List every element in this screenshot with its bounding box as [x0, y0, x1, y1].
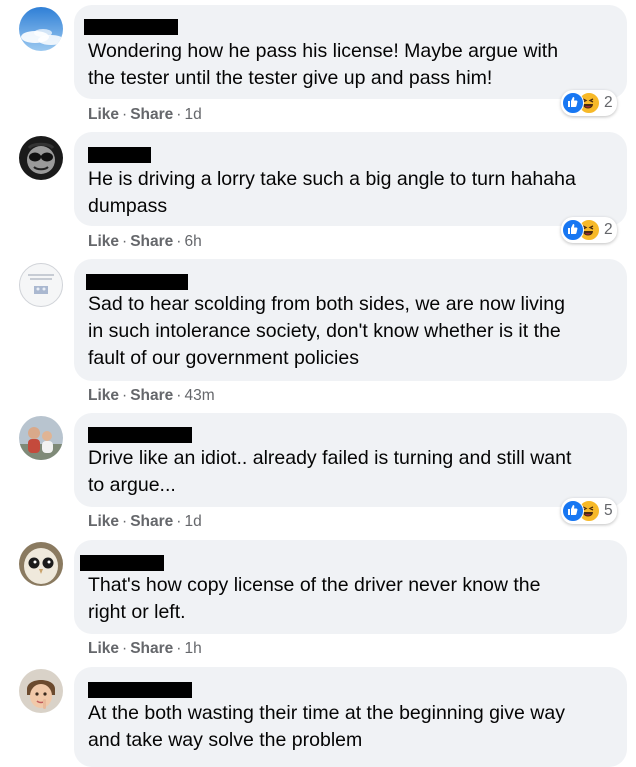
comment-text: Wondering how he pass his license! Maybe… — [88, 38, 558, 92]
redacted-name — [84, 19, 178, 35]
comment-actions: Like · Share · 1d — [88, 513, 202, 531]
redacted-name — [80, 555, 164, 571]
like-link[interactable]: Like — [88, 106, 119, 123]
like-reaction-icon — [562, 500, 584, 522]
share-link[interactable]: Share — [130, 233, 173, 250]
separator: · — [176, 640, 182, 657]
sky-avatar-icon[interactable] — [19, 7, 63, 51]
people-avatar-icon[interactable] — [19, 416, 63, 460]
owl-avatar-icon[interactable] — [19, 542, 63, 586]
comment-line: That's how copy license of the driver ne… — [88, 574, 541, 596]
timestamp[interactable]: 43m — [184, 387, 214, 404]
comment-text: That's how copy license of the driver ne… — [88, 572, 540, 626]
comment-line: and take way solve the problem — [88, 729, 363, 751]
separator: · — [122, 387, 128, 404]
like-link[interactable]: Like — [88, 513, 119, 530]
comment-line: Drive like an idiot.. already failed is … — [88, 447, 572, 469]
separator: · — [176, 233, 182, 250]
comment-bubble: He is driving a lorry take such a big an… — [74, 132, 627, 226]
comment-line: to argue... — [88, 474, 176, 496]
like-reaction-icon — [562, 219, 584, 241]
default-avatar-icon[interactable] — [19, 263, 63, 307]
comment-bubble: That's how copy license of the driver ne… — [74, 540, 627, 634]
comment-line: in such intolerance society, don't know … — [88, 320, 561, 342]
comment-bubble: At the both wasting their time at the be… — [74, 667, 627, 767]
comment-text: At the both wasting their time at the be… — [88, 700, 565, 754]
sunglasses-avatar-icon[interactable] — [19, 136, 63, 180]
timestamp[interactable]: 1d — [184, 106, 201, 123]
comment-line: He is driving a lorry take such a big an… — [88, 168, 576, 190]
separator: · — [122, 233, 128, 250]
share-link[interactable]: Share — [130, 513, 173, 530]
comment-actions: Like · Share · 1h — [88, 640, 202, 658]
comment-bubble: Sad to hear scolding from both sides, we… — [74, 259, 627, 381]
like-link[interactable]: Like — [88, 640, 119, 657]
redacted-name — [88, 427, 192, 443]
comment-actions: Like · Share · 6h — [88, 233, 202, 251]
reaction-count: 5 — [604, 502, 613, 519]
comment-bubble: Drive like an idiot.. already failed is … — [74, 413, 627, 507]
redacted-name — [88, 147, 151, 163]
share-link[interactable]: Share — [130, 640, 173, 657]
share-link[interactable]: Share — [130, 387, 173, 404]
separator: · — [122, 640, 128, 657]
comment-actions: Like · Share · 1d — [88, 106, 202, 124]
separator: · — [176, 387, 182, 404]
timestamp[interactable]: 6h — [184, 233, 201, 250]
redacted-name — [88, 682, 192, 698]
reaction-summary[interactable]: 2 — [561, 90, 617, 116]
reaction-summary[interactable]: 5 — [561, 498, 617, 524]
comment-line: right or left. — [88, 601, 186, 623]
redacted-name — [86, 274, 188, 290]
comment-bubble: Wondering how he pass his license! Maybe… — [74, 5, 627, 99]
reaction-count: 2 — [604, 221, 613, 238]
separator: · — [122, 513, 128, 530]
comment-text: Sad to hear scolding from both sides, we… — [88, 291, 565, 372]
child-avatar-icon[interactable] — [19, 669, 63, 713]
separator: · — [176, 106, 182, 123]
comment-line: Sad to hear scolding from both sides, we… — [88, 293, 565, 315]
timestamp[interactable]: 1d — [184, 513, 201, 530]
comment-text: He is driving a lorry take such a big an… — [88, 166, 576, 220]
reaction-count: 2 — [604, 94, 613, 111]
comment-text: Drive like an idiot.. already failed is … — [88, 445, 571, 499]
like-link[interactable]: Like — [88, 387, 119, 404]
like-reaction-icon — [562, 92, 584, 114]
reaction-summary[interactable]: 2 — [561, 217, 617, 243]
like-link[interactable]: Like — [88, 233, 119, 250]
comment-line: At the both wasting their time at the be… — [88, 702, 565, 724]
comment-line: fault of our government policies — [88, 347, 359, 369]
comment-actions: Like · Share · 43m — [88, 387, 215, 405]
share-link[interactable]: Share — [130, 106, 173, 123]
separator: · — [176, 513, 182, 530]
separator: · — [122, 106, 128, 123]
comment-line: the tester until the tester give up and … — [88, 67, 493, 89]
timestamp[interactable]: 1h — [184, 640, 201, 657]
comment-line: dumpass — [88, 195, 168, 217]
comment-line: Wondering how he pass his license! Maybe… — [88, 40, 559, 62]
